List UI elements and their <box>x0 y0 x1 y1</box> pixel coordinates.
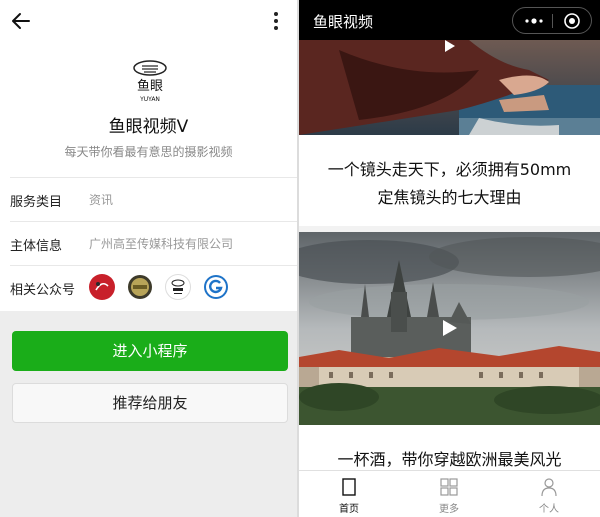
more-vertical-icon[interactable] <box>268 10 284 32</box>
related-account-blue-icon[interactable] <box>203 274 229 300</box>
tab-more[interactable]: 更多 <box>399 471 499 517</box>
account-description: 每天带你看最有意思的摄影视频 <box>64 145 233 159</box>
tab-profile-label: 个人 <box>539 504 559 515</box>
video-thumbnail-2[interactable] <box>299 232 600 425</box>
account-logo: 鱼眼 YUYAN <box>128 58 172 104</box>
related-account-gold-icon[interactable] <box>127 274 153 300</box>
account-profile-panel: 鱼眼 YUYAN 鱼眼视频V 每天带你看最有意思的摄影视频 服务类目 资讯 主体… <box>0 0 297 517</box>
video-title-1-line2: 定焦镜头的七大理由 <box>377 188 522 207</box>
entity-info-row[interactable]: 主体信息 广州高至传媒科技有限公司 <box>10 221 297 265</box>
recommend-to-friend-button[interactable]: 推荐给朋友 <box>12 383 288 423</box>
entity-info-label: 主体信息 <box>10 239 63 254</box>
enter-mini-program-button[interactable]: 进入小程序 <box>12 331 288 371</box>
person-icon <box>539 477 559 497</box>
related-accounts-label: 相关公众号 <box>10 283 76 298</box>
capsule-button <box>512 7 592 34</box>
grid-icon <box>439 477 459 497</box>
tab-more-label: 更多 <box>439 504 459 515</box>
related-account-red-icon[interactable] <box>89 274 115 300</box>
entity-info-value: 广州高至传媒科技有限公司 <box>89 237 234 251</box>
profile-section: 鱼眼 YUYAN 鱼眼视频V 每天带你看最有意思的摄影视频 服务类目 资讯 主体… <box>0 0 297 311</box>
mini-program-title: 鱼眼视频 <box>313 13 374 31</box>
tab-home[interactable]: 首页 <box>299 471 399 517</box>
capsule-separator <box>552 14 553 28</box>
service-category-value: 资讯 <box>89 193 114 207</box>
svg-text:YUYAN: YUYAN <box>139 96 160 103</box>
bottom-tab-bar: 首页 更多 个人 <box>299 470 600 517</box>
mini-program-topbar: 鱼眼视频 <box>299 0 600 40</box>
tab-home-label: 首页 <box>339 504 359 515</box>
account-name: 鱼眼视频V <box>108 117 189 137</box>
video-title-1[interactable]: 一个镜头走天下，必须拥有50mm 定焦镜头的七大理由 <box>299 156 600 212</box>
service-category-label: 服务类目 <box>10 195 63 210</box>
mini-program-panel: 鱼眼视频 一个镜头走天下，必须拥有50mm 定焦镜头的七大理由 一杯酒，带你穿越… <box>299 0 600 517</box>
related-accounts-row: 相关公众号 <box>10 265 297 311</box>
back-arrow-icon[interactable] <box>10 10 32 32</box>
video-thumbnail-1[interactable] <box>299 40 600 135</box>
video-title-1-line1: 一个镜头走天下，必须拥有50mm <box>327 160 572 179</box>
tab-profile[interactable]: 个人 <box>499 471 599 517</box>
capsule-menu-icon[interactable] <box>521 11 547 31</box>
related-account-yuyan-icon[interactable] <box>165 274 191 300</box>
svg-text:鱼眼: 鱼眼 <box>137 78 163 94</box>
service-category-row: 服务类目 资讯 <box>10 177 297 221</box>
home-icon <box>339 477 359 497</box>
capsule-close-icon[interactable] <box>561 11 583 31</box>
